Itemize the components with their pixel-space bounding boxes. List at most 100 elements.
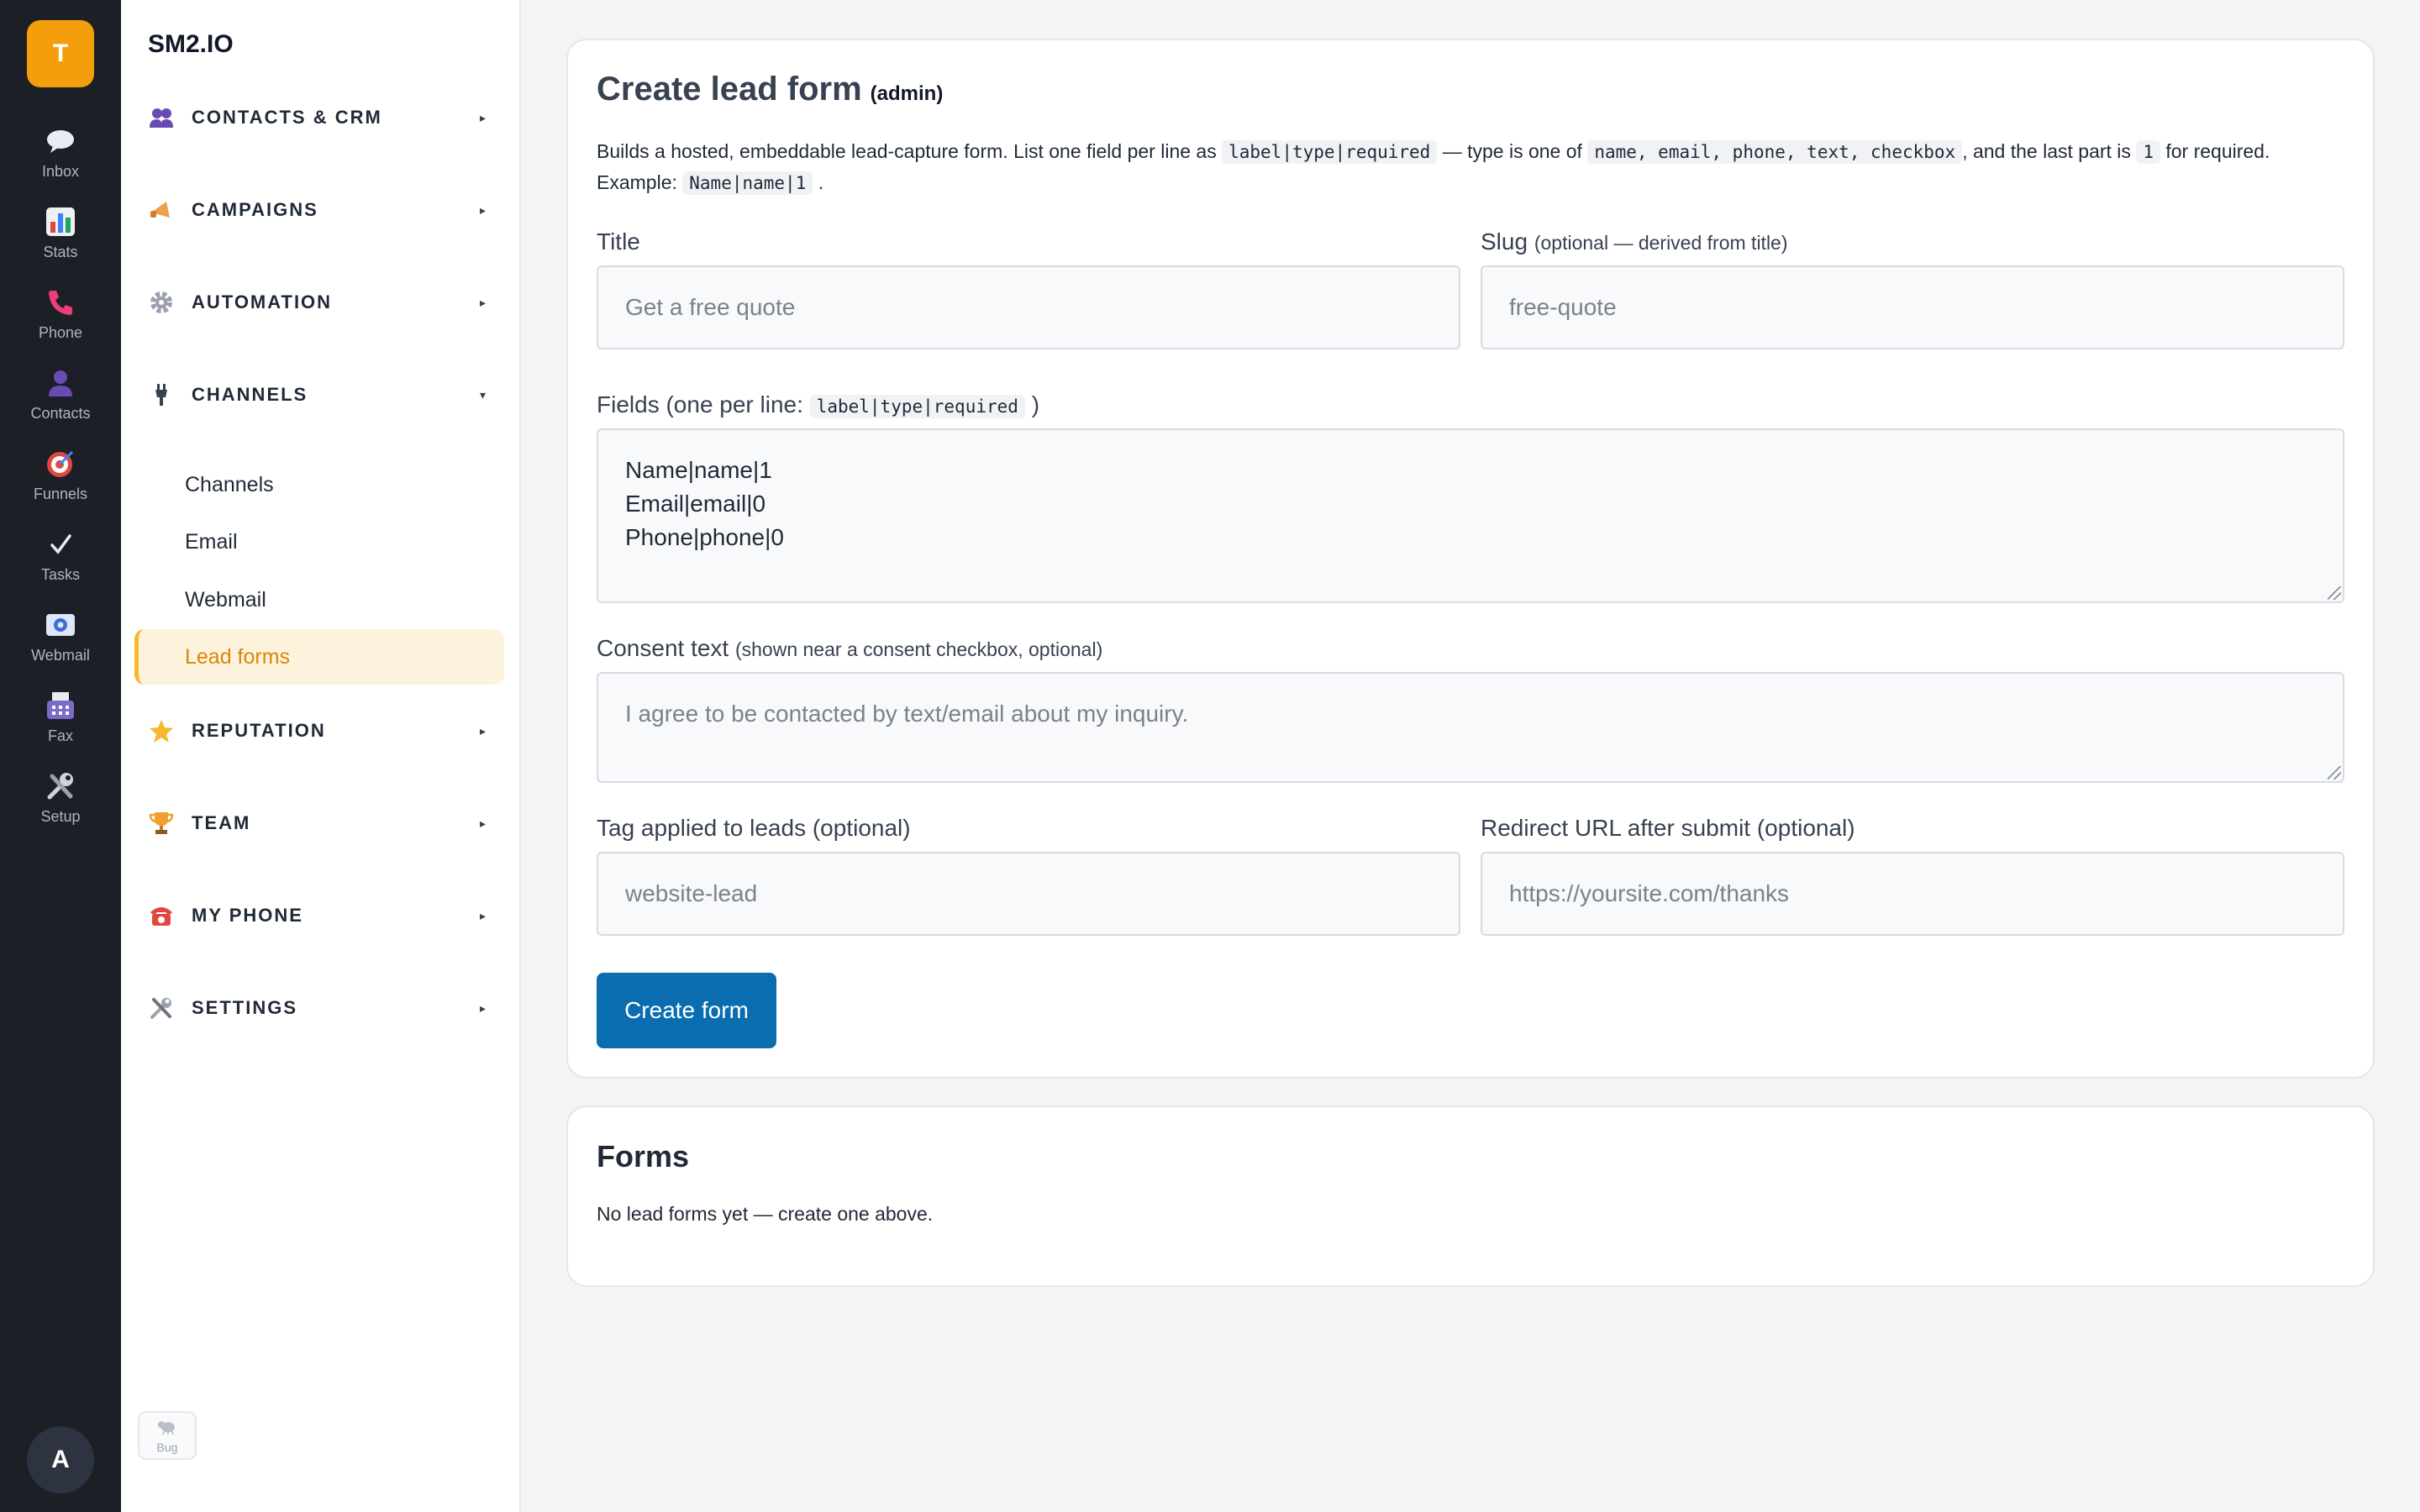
slug-input[interactable] — [1481, 265, 2344, 349]
rail-label-phone: Phone — [38, 324, 83, 341]
consent-textarea[interactable] — [597, 672, 2344, 783]
bug-label: Bug — [156, 1440, 178, 1454]
sidebar-item-email[interactable]: Email — [134, 514, 504, 570]
nav-group-label: AUTOMATION — [192, 291, 333, 312]
chevron-right-icon: ▸ — [479, 908, 486, 922]
fields-label: Fields (one per line: label|type|require… — [597, 391, 1039, 418]
rail-label-webmail: Webmail — [31, 647, 90, 664]
page-title: Create lead form (admin) — [597, 71, 943, 108]
desc-code: name, email, phone, text, checkbox — [1587, 140, 1963, 164]
fields-label-end: ) — [1031, 391, 1040, 417]
nav-group-label: CONTACTS & CRM — [192, 107, 382, 128]
tools-icon — [44, 769, 77, 803]
resize-handle-icon[interactable] — [2328, 766, 2341, 780]
nav-group-label: SETTINGS — [192, 997, 298, 1018]
slug-hint: (optional — derived from title) — [1534, 232, 1788, 254]
trophy-icon — [148, 810, 175, 837]
nav-group-label: REPUTATION — [192, 720, 326, 741]
nav-group-campaigns[interactable]: CAMPAIGNS ▸ — [148, 185, 501, 235]
title-input[interactable] — [597, 265, 1460, 349]
nav-group-label: CAMPAIGNS — [192, 199, 318, 220]
rail-item-tasks[interactable]: Tasks — [0, 528, 121, 595]
redirect-url-input[interactable] — [1481, 852, 2344, 936]
rail-item-phone[interactable]: Phone — [0, 286, 121, 353]
chevron-right-icon: ▸ — [479, 295, 486, 309]
sidebar-item-lead-forms[interactable]: Lead forms — [134, 629, 504, 685]
redirect-label: Redirect URL after submit (optional) — [1481, 815, 1855, 841]
tag-label: Tag applied to leads (optional) — [597, 815, 911, 841]
rail-item-contacts[interactable]: Contacts — [0, 366, 121, 433]
rail-label-inbox: Inbox — [41, 163, 80, 180]
rail-item-funnels[interactable]: Funnels — [0, 447, 121, 514]
nav-group-label: TEAM — [192, 812, 251, 833]
plug-icon — [148, 381, 175, 408]
create-form-button[interactable]: Create form — [597, 973, 776, 1048]
rail-label-fax: Fax — [47, 727, 73, 744]
workspace-badge[interactable]: T — [27, 20, 94, 87]
nav-group-contacts-crm[interactable]: CONTACTS & CRM ▸ — [148, 92, 501, 143]
rail-label-funnels: Funnels — [33, 486, 88, 502]
rail-label-tasks: Tasks — [40, 566, 80, 583]
resize-handle-icon[interactable] — [2328, 586, 2341, 600]
nav-group-automation[interactable]: AUTOMATION ▸ — [148, 277, 501, 328]
fields-label-text: Fields (one per line: — [597, 391, 803, 417]
consent-label-text: Consent text — [597, 635, 729, 661]
create-lead-form-card: Create lead form (admin) Builds a hosted,… — [566, 39, 2375, 1079]
icon-rail: T Inbox Stats Phone Contacts Funnels Tas… — [0, 0, 121, 1512]
tag-input[interactable] — [597, 852, 1460, 936]
title-label: Title — [597, 228, 640, 255]
bug-report-button[interactable]: Bug — [138, 1411, 197, 1460]
tools-icon — [148, 995, 175, 1021]
target-icon — [44, 447, 77, 480]
megaphone-icon — [148, 197, 175, 223]
rail-item-fax[interactable]: Fax — [0, 689, 121, 756]
star-icon — [148, 717, 175, 744]
chevron-right-icon: ▸ — [479, 1000, 486, 1015]
rail-item-stats[interactable]: Stats — [0, 205, 121, 272]
people-icon — [148, 104, 175, 131]
mail-icon — [44, 608, 77, 642]
phone-icon — [44, 286, 77, 319]
chat-bubble-icon — [44, 124, 77, 158]
bar-chart-icon — [44, 205, 77, 239]
rail-label-stats: Stats — [43, 244, 78, 260]
nav-group-my-phone[interactable]: MY PHONE ▸ — [148, 890, 501, 941]
bug-icon — [156, 1418, 178, 1439]
rail-item-inbox[interactable]: Inbox — [0, 124, 121, 192]
consent-label: Consent text (shown near a consent check… — [597, 635, 1102, 662]
admin-badge: (admin) — [870, 82, 944, 105]
fax-icon — [44, 689, 77, 722]
brand-name: SM2.IO — [148, 30, 234, 58]
fields-textarea[interactable]: Name|name|1 Email|email|0 Phone|phone|0 — [597, 428, 2344, 603]
desc-text: . — [818, 171, 824, 193]
forms-title: Forms — [597, 1139, 690, 1173]
desc-code: label|type|required — [1222, 140, 1438, 164]
slug-label-text: Slug — [1481, 228, 1528, 255]
slug-label: Slug (optional — derived from title) — [1481, 228, 1788, 255]
chevron-right-icon: ▸ — [479, 816, 486, 830]
empty-state-text: No lead forms yet — create one above. — [597, 1203, 934, 1225]
nav-group-team[interactable]: TEAM ▸ — [148, 798, 501, 848]
chevron-right-icon: ▸ — [479, 202, 486, 217]
desc-code: Name|name|1 — [682, 171, 813, 195]
rail-item-setup[interactable]: Setup — [0, 769, 121, 837]
user-avatar[interactable]: A — [27, 1426, 94, 1494]
desc-text: , and the last part is — [1962, 140, 2131, 162]
checkmark-icon — [44, 528, 77, 561]
desc-text: — type is one of — [1442, 140, 1582, 162]
forms-list-card: Forms No lead forms yet — create one abo… — [566, 1105, 2375, 1287]
fields-label-code: label|type|required — [809, 395, 1025, 418]
nav-group-settings[interactable]: SETTINGS ▸ — [148, 983, 501, 1033]
sidebar: SM2.IO CONTACTS & CRM ▸ CAMPAIGNS ▸ AUTO… — [121, 0, 521, 1512]
consent-hint: (shown near a consent checkbox, optional… — [734, 638, 1103, 660]
page-title-text: Create lead form — [597, 71, 862, 108]
chevron-right-icon: ▸ — [479, 723, 486, 738]
gear-icon — [148, 289, 175, 316]
nav-group-label: MY PHONE — [192, 905, 303, 926]
nav-group-reputation[interactable]: REPUTATION ▸ — [148, 706, 501, 756]
nav-group-label: CHANNELS — [192, 384, 308, 405]
rail-item-webmail[interactable]: Webmail — [0, 608, 121, 675]
sidebar-item-webmail[interactable]: Webmail — [134, 572, 504, 627]
sidebar-item-channels[interactable]: Channels — [134, 457, 504, 512]
nav-group-channels[interactable]: CHANNELS ▾ — [148, 370, 501, 420]
